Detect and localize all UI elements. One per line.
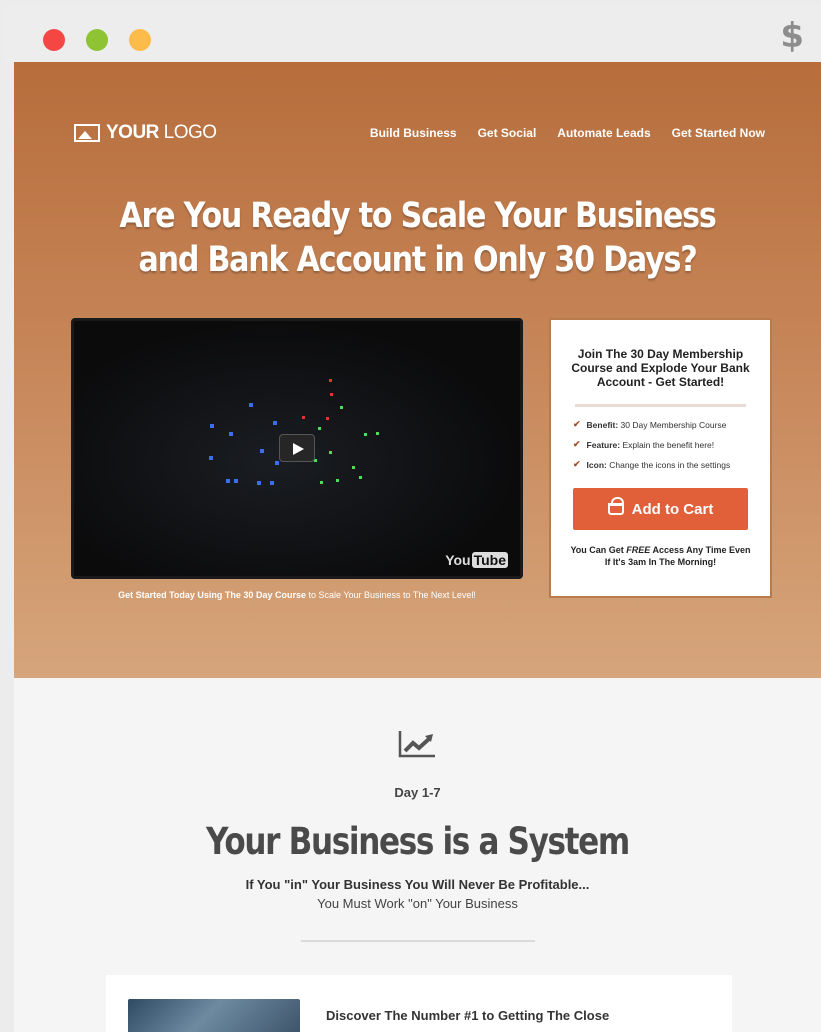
optin-divider [575,404,746,407]
checkmark-icon: ✔ [573,439,581,449]
video-particle [249,403,253,407]
headline-line-1: Are You Ready to Scale Your Business [119,196,716,236]
maximize-window-dot[interactable] [86,29,108,51]
lesson-thumbnail [128,999,300,1032]
content-section: Day 1-7 Your Business is a System If You… [14,678,821,1032]
image-icon [74,124,100,142]
youtube-logo-you: You [445,552,471,568]
benefit-item: ✔ Benefit: 30 Day Membership Course [573,419,748,430]
video-particle [229,432,233,436]
section-divider [301,940,535,942]
benefit-text: Change the icons in the settings [606,459,731,470]
caption-rest: to Scale Your Business to The Next Level… [305,590,476,600]
video-player[interactable]: You Tube [71,318,523,579]
hero-headline: Are You Ready to Scale Your Business and… [70,194,764,282]
basket-icon [607,497,624,515]
checkmark-icon: ✔ [573,419,581,429]
video-particle [302,416,305,419]
optin-note: You Can Get FREE Access Any Time Even If… [567,544,754,568]
video-particle [260,449,264,453]
note-pre: You Can Get [570,545,627,555]
benefit-item: ✔ Icon: Change the icons in the settings [573,459,748,470]
video-particle [275,461,279,465]
caption-bold: Get Started Today Using The 30 Day Cours… [118,590,306,600]
video-particle [270,481,274,485]
note-free: FREE [626,545,651,555]
video-particle [273,421,277,425]
nav-get-started-now[interactable]: Get Started Now [672,126,765,140]
hero-section: YOUR LOGO Build Business Get Social Auto… [14,62,821,678]
checkmark-icon: ✔ [573,459,581,469]
optin-title: Join The 30 Day Membership Course and Ex… [571,347,750,389]
benefit-item: ✔ Feature: Explain the benefit here! [573,439,748,450]
lesson-title: Discover The Number #1 to Getting The Cl… [326,1008,610,1023]
day-label: Day 1-7 [394,785,441,800]
video-particle [330,393,333,396]
video-caption: Get Started Today Using The 30 Day Cours… [71,590,523,600]
video-particle [364,433,367,436]
section-subtitle: You Must Work "on" Your Business [317,896,518,911]
headline-line-2: and Bank Account in Only 30 Days? [138,240,697,280]
video-particle [359,476,362,479]
video-particle [336,479,339,482]
video-particle [318,427,321,430]
main-nav: Build Business Get Social Automate Leads… [370,126,765,140]
video-particle [209,456,213,460]
trending-chart-icon [398,731,435,758]
play-button-icon[interactable] [279,434,315,462]
add-to-cart-button[interactable]: Add to Cart [573,488,748,530]
video-particle [226,479,230,483]
video-particle [257,481,261,485]
browser-chrome: $ [5,6,821,62]
youtube-logo[interactable]: You Tube [445,552,508,568]
close-window-dot[interactable] [43,29,65,51]
video-particle [210,424,214,428]
video-particle [340,406,343,409]
section-title: Your Business is a System [206,820,630,863]
logo-light-text: LOGO [158,122,217,143]
benefit-list: ✔ Benefit: 30 Day Membership Course ✔ Feat… [573,419,748,470]
nav-automate-leads[interactable]: Automate Leads [557,126,650,140]
nav-build-business[interactable]: Build Business [370,126,457,140]
benefit-text: 30 Day Membership Course [618,419,727,430]
video-particle [352,466,355,469]
video-particle [320,481,323,484]
nav-get-social[interactable]: Get Social [478,126,537,140]
benefit-label: Benefit: [586,419,619,430]
video-particle [326,417,329,420]
benefit-label: Feature: [586,439,621,450]
logo-bold-text: YOUR [106,122,159,143]
video-particle [234,479,238,483]
optin-box: Join The 30 Day Membership Course and Ex… [549,318,772,598]
benefit-text: Explain the benefit here! [620,439,715,450]
lesson-card[interactable]: Discover The Number #1 to Getting The Cl… [106,975,732,1032]
site-logo[interactable]: YOUR LOGO [74,122,217,144]
benefit-label: Icon: [586,459,607,470]
section-subtitle-bold: If You "in" Your Business You Will Never… [245,877,590,892]
video-particle [376,432,379,435]
video-particle [329,379,332,382]
dollar-icon: $ [780,16,804,56]
video-particle [329,451,332,454]
add-to-cart-label: Add to Cart [631,500,714,518]
youtube-logo-tube: Tube [471,552,508,568]
minimize-window-dot[interactable] [129,29,151,51]
